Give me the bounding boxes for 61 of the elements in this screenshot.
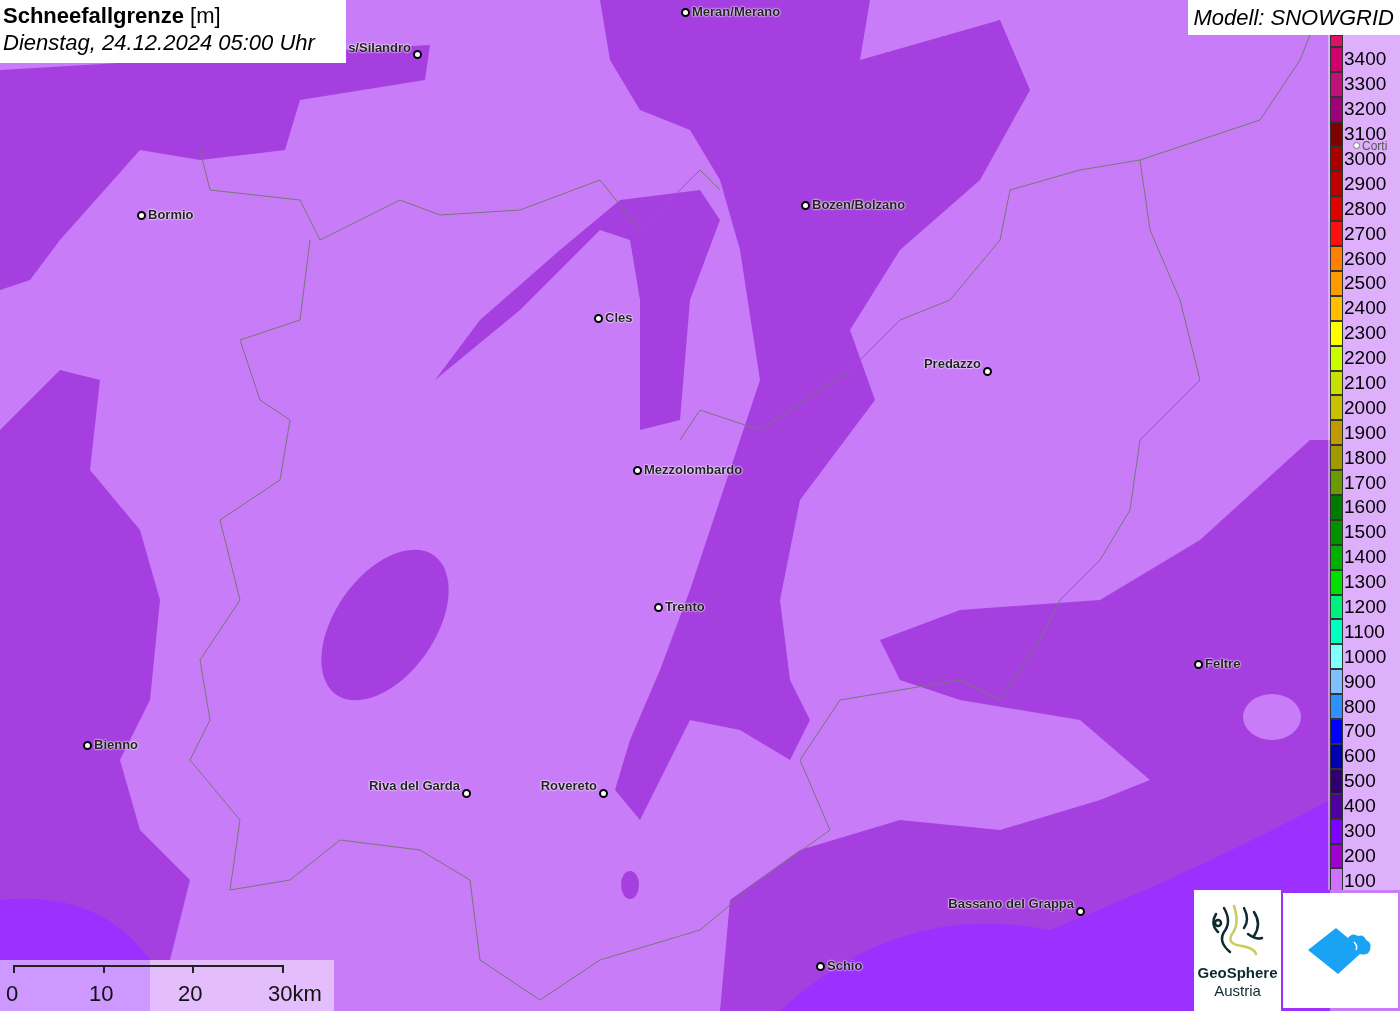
legend-label: 600 xyxy=(1344,749,1376,764)
city-label: Bormio xyxy=(148,207,194,222)
legend-label: 1800 xyxy=(1344,450,1387,465)
scale-label: 20 xyxy=(178,981,203,1007)
city-label: Cles xyxy=(605,310,633,325)
legend-label: 2500 xyxy=(1344,276,1387,291)
map-datetime: Dienstag, 24.12.2024 05:00 Uhr xyxy=(3,29,317,57)
legend-label: 1000 xyxy=(1344,649,1387,664)
legend-label: 2600 xyxy=(1344,251,1387,266)
legend-label: 200 xyxy=(1344,848,1376,863)
scale-label: 0 xyxy=(6,981,19,1007)
legend-label: 2000 xyxy=(1344,400,1387,415)
legend-label: 400 xyxy=(1344,799,1376,814)
legend-label: 100 xyxy=(1344,873,1376,888)
city-label: Riva del Garda xyxy=(368,778,460,793)
legend-label: 900 xyxy=(1344,674,1376,689)
legend-label: 1100 xyxy=(1344,624,1385,639)
legend-label: 300 xyxy=(1344,824,1376,839)
scale-label: 10 xyxy=(89,981,114,1007)
city-label: Mezzolombardo xyxy=(644,462,743,477)
city-label: Bozen/Bolzano xyxy=(812,197,906,212)
legend-label: 1300 xyxy=(1344,575,1387,590)
legend-label: 3100 xyxy=(1344,127,1387,142)
city-label: Predazzo xyxy=(923,356,981,371)
logo-text: Austria xyxy=(1214,981,1261,1000)
city-label: Trento xyxy=(665,599,705,614)
legend-label: 2400 xyxy=(1344,301,1387,316)
city-label: Corti xyxy=(1362,141,1388,150)
city-label: Schio xyxy=(827,958,863,973)
legend-swatch xyxy=(1330,35,1343,47)
scale-label: 30km xyxy=(268,981,322,1007)
city-label: Bassano del Grappa xyxy=(948,896,1074,911)
contour-lines-icon xyxy=(1209,904,1266,956)
legend-label: 1600 xyxy=(1344,500,1387,515)
legend-label: 2800 xyxy=(1344,201,1387,216)
city-label: Meran/Merano xyxy=(692,4,781,19)
legend-label: 700 xyxy=(1344,724,1376,739)
city-label: Rovereto xyxy=(540,778,597,793)
legend-label: 2300 xyxy=(1344,326,1387,341)
legend-label: 2200 xyxy=(1344,351,1387,366)
map-title: Schneefallgrenze [m] xyxy=(3,2,222,29)
snowfall-zone xyxy=(621,871,639,899)
legend-label: 3400 xyxy=(1344,52,1387,67)
city-label: s/Silandro xyxy=(348,40,411,55)
legend-label: 1400 xyxy=(1344,550,1387,565)
legend-label: 2700 xyxy=(1344,226,1387,241)
legend-label: 1200 xyxy=(1344,600,1387,615)
legend-label: 1900 xyxy=(1344,425,1387,440)
model-label: Modell: SNOWGRID xyxy=(1187,0,1400,35)
legend-label: 3300 xyxy=(1344,77,1387,92)
city-label: Feltre xyxy=(1205,656,1241,671)
city-label: Bienno xyxy=(94,737,139,752)
legend-label: 3200 xyxy=(1344,102,1387,117)
logo-text: GeoSphere xyxy=(1197,964,1278,981)
legend-label: 1700 xyxy=(1344,475,1387,490)
legend-label: 2900 xyxy=(1344,176,1387,191)
legend-label: 500 xyxy=(1344,774,1376,789)
legend-label: 3000 xyxy=(1344,152,1387,166)
legend-label: 2100 xyxy=(1344,376,1387,390)
legend-label: 800 xyxy=(1344,699,1376,714)
legend-label: 1500 xyxy=(1344,525,1387,540)
